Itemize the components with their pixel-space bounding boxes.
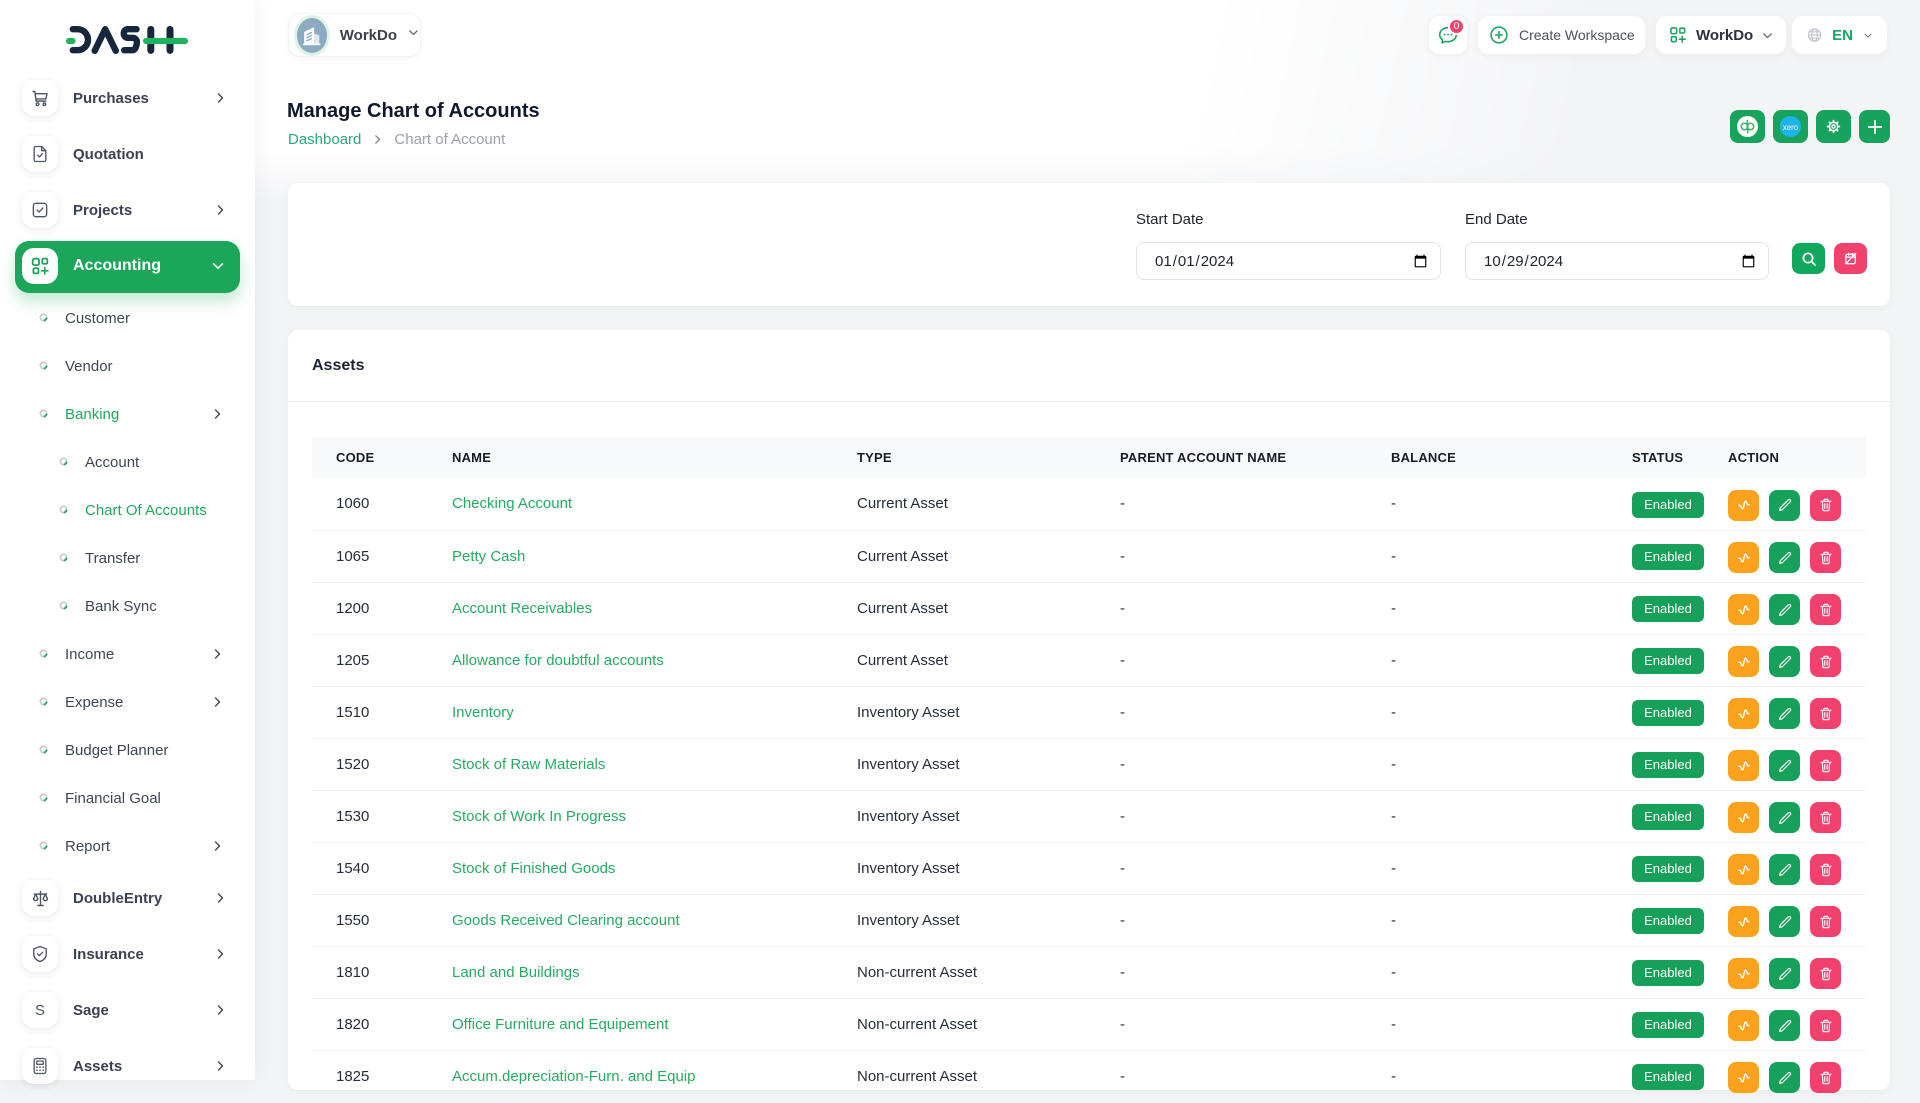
svg-text:S: S (35, 1002, 45, 1019)
svg-text:xero: xero (1783, 123, 1799, 132)
